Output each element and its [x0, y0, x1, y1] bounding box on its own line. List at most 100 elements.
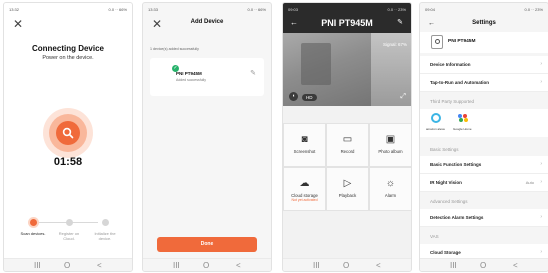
step-scan: Scan devices.	[18, 219, 48, 236]
status-bar: 09:04 0.0 ·· 23%	[425, 7, 543, 13]
play-icon: ▷	[343, 178, 352, 189]
status-bar: 09:03 0.0 ·· 23%	[288, 7, 406, 13]
device-card[interactable]: ✓ PNI PT945M Added successfully ✎	[150, 58, 264, 96]
cell-label: Alarm	[384, 193, 397, 198]
status-time: 13:32	[9, 7, 20, 12]
status-bar: 13:33 0.0 ·· 66%	[148, 7, 266, 13]
status-time: 09:04	[425, 7, 436, 12]
camera-header: 09:03 0.0 ·· 23% ← PNI PT945M ✎	[283, 3, 411, 33]
section-third-party: Third Party Supported	[430, 99, 475, 104]
back-button[interactable]: <	[513, 260, 518, 271]
home-button[interactable]: O	[480, 260, 486, 271]
device-name: PNI PT945M	[176, 71, 202, 76]
device-name: PNI PT945M	[448, 39, 476, 44]
video-icon: ▭	[342, 134, 353, 145]
recent-apps-button[interactable]: III	[34, 260, 41, 271]
status-bar: 13:32 0.0 ·· 66%	[9, 7, 127, 13]
cell-label: Record	[340, 149, 355, 154]
alarm-icon: ☼	[385, 178, 396, 189]
device-information-row[interactable]: Device Information ›	[420, 56, 548, 74]
screenshot-button[interactable]: ◙ Screenshot	[283, 123, 326, 167]
page-title: Settings	[472, 20, 496, 26]
step-register: Register on Cloud.	[54, 219, 84, 241]
playback-button[interactable]: ▷ Playback	[326, 167, 369, 211]
camera-live-screen: 09:03 0.0 ·· 23% ← PNI PT945M ✎ Signal: …	[282, 2, 412, 272]
status-indicators: 0.0 ·· 66%	[247, 7, 266, 12]
camera-icon: ◙	[301, 134, 308, 145]
search-icon	[62, 127, 74, 139]
page-subtitle: Power on the device.	[42, 55, 94, 61]
edit-icon[interactable]: ✎	[397, 18, 403, 26]
cloud-icon: ☁	[299, 178, 310, 189]
chevron-right-icon: ›	[540, 179, 542, 185]
cloud-status: Not yet activated	[291, 198, 318, 202]
alarm-button[interactable]: ☼ Alarm	[369, 167, 411, 211]
success-note: 1 device(s) added successfully	[150, 47, 199, 51]
system-nav-bar: III O <	[283, 258, 411, 271]
alexa-icon[interactable]	[431, 113, 441, 123]
edit-icon[interactable]: ✎	[250, 69, 256, 77]
page-title: PNI PT945M	[321, 18, 373, 28]
speaker-icon[interactable]: ◖	[289, 92, 298, 101]
status-indicators: 0.0 ·· 23%	[387, 7, 406, 12]
recent-apps-button[interactable]: III	[450, 260, 457, 271]
back-button[interactable]: <	[236, 260, 241, 271]
chevron-right-icon: ›	[540, 79, 542, 85]
page-title: Connecting Device	[31, 44, 104, 53]
back-button[interactable]: <	[376, 260, 381, 271]
step-label: Initialize the device.	[94, 231, 116, 241]
recent-apps-button[interactable]: III	[313, 260, 320, 271]
back-button[interactable]: <	[97, 260, 102, 271]
device-header[interactable]: PNI PT945M	[420, 32, 548, 53]
status-time: 13:33	[148, 7, 159, 12]
google-assistant-icon[interactable]	[458, 114, 472, 122]
row-label: Basic Function Settings	[430, 162, 482, 167]
step-label: Register on Cloud.	[58, 231, 80, 241]
section-vas: VAS	[430, 234, 439, 239]
settings-screen: 09:04 0.0 ·· 23% ← Settings PNI PT945M D…	[419, 2, 548, 272]
progress-steps: Scan devices. Register on Cloud. Initial…	[4, 219, 132, 259]
step-label: Scan devices.	[20, 231, 46, 236]
cell-label: Photo album	[378, 149, 403, 154]
detection-alarm-row[interactable]: Detection Alarm Settings ›	[420, 209, 548, 227]
search-animation	[43, 108, 93, 158]
connecting-device-screen: 13:32 0.0 ·· 66% ✕ Connecting Device Pow…	[3, 2, 133, 272]
done-button[interactable]: Done	[157, 237, 257, 252]
status-indicators: 0.0 ·· 23%	[524, 7, 543, 12]
basic-function-row[interactable]: Basic Function Settings ›	[420, 156, 548, 174]
home-button[interactable]: O	[203, 260, 209, 271]
ir-night-vision-row[interactable]: IR Night Vision Auto ›	[420, 174, 548, 192]
photo-album-button[interactable]: ▣ Photo album	[369, 123, 411, 167]
google-home-label: Google Home	[453, 127, 472, 131]
fullscreen-icon[interactable]: ⤢	[400, 93, 406, 101]
cell-label: Playback	[338, 193, 357, 198]
page-title: Add Device	[190, 19, 224, 25]
home-button[interactable]: O	[64, 260, 70, 271]
hd-toggle[interactable]: HD	[302, 94, 317, 101]
chevron-right-icon: ›	[540, 161, 542, 167]
alexa-label: amazon alexa	[426, 127, 445, 131]
device-status: Added successfully	[176, 78, 206, 82]
step-initialize: Initialize the device.	[90, 219, 120, 241]
camera-device-icon	[431, 35, 443, 49]
cloud-storage-button[interactable]: ☁ Cloud storage Not yet activated	[283, 167, 326, 211]
system-nav-bar: III O <	[4, 258, 132, 271]
live-video-view[interactable]: Signal: 67% ◖ HD ⤢	[283, 33, 411, 106]
signal-strength: Signal: 67%	[382, 42, 407, 47]
section-basic: Basic Settings	[430, 147, 459, 152]
home-button[interactable]: O	[343, 260, 349, 271]
status-indicators: 0.0 ·· 66%	[108, 7, 127, 12]
row-label: Detection Alarm Settings	[430, 215, 484, 220]
close-icon[interactable]: ✕	[13, 18, 23, 30]
ir-night-vision-value: Auto	[525, 180, 534, 185]
voice-assistants: amazon alexa Google Home	[420, 109, 548, 137]
image-icon: ▣	[385, 134, 396, 145]
recent-apps-button[interactable]: III	[173, 260, 180, 271]
system-nav-bar: III O <	[420, 258, 548, 271]
tap-to-run-row[interactable]: Tap-to-Run and Automation ›	[420, 74, 548, 92]
row-label: Device Information	[430, 62, 471, 67]
record-button[interactable]: ▭ Record	[326, 123, 369, 167]
chevron-right-icon: ›	[540, 61, 542, 67]
chevron-right-icon: ›	[540, 214, 542, 220]
system-nav-bar: III O <	[143, 258, 271, 271]
